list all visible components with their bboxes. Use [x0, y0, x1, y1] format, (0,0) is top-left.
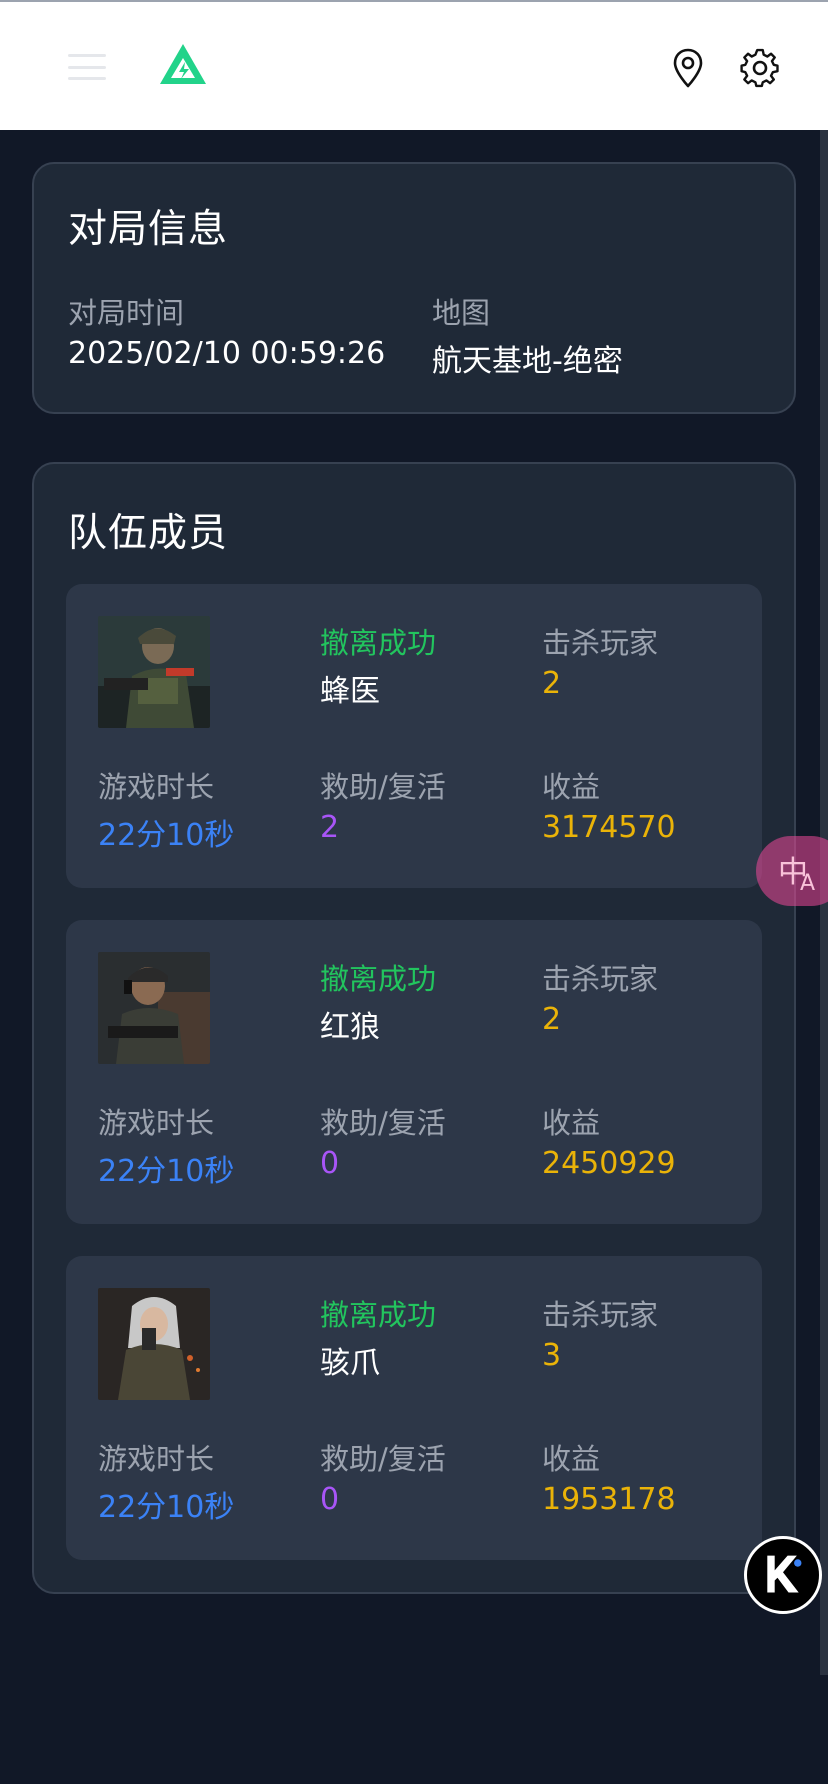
kills-value: 2 — [542, 1002, 562, 1037]
top-app-bar — [0, 0, 828, 130]
duration-value: 22分10秒 — [98, 1154, 235, 1189]
operator-name: 蜂医 — [320, 674, 380, 709]
income-label: 收益 — [542, 1106, 601, 1140]
extraction-status: 撤离成功 — [320, 962, 437, 996]
operator-avatar — [98, 616, 210, 728]
hamburger-menu-icon[interactable] — [68, 54, 106, 80]
match-time-value: 2025/02/10 00:59:26 — [68, 336, 386, 371]
kills-label: 击杀玩家 — [542, 1298, 659, 1332]
gear-icon[interactable] — [740, 46, 780, 90]
match-info-title: 对局信息 — [68, 207, 229, 252]
income-label: 收益 — [542, 770, 601, 804]
map-value: 航天基地-绝密 — [432, 344, 623, 379]
income-value: 3174570 — [542, 810, 676, 845]
rescue-label: 救助/复活 — [320, 770, 446, 804]
member-card[interactable]: 撤离成功 骇爪 击杀玩家 3 游戏时长 22分10秒 救助/复活 0 收益 19… — [66, 1256, 762, 1560]
duration-label: 游戏时长 — [98, 1106, 215, 1140]
match-info-card: 对局信息 对局时间 2025/02/10 00:59:26 地图 航天基地-绝密 — [32, 162, 796, 414]
translate-icon: 中 A — [778, 855, 815, 896]
team-members-card: 队伍成员 撤离成功 蜂医 击杀玩家 2 游戏时长 22分10秒 救助/复活 2 … — [32, 462, 796, 1594]
income-value: 1953178 — [542, 1482, 676, 1517]
income-value: 2450929 — [542, 1146, 676, 1181]
rescue-value: 2 — [320, 810, 340, 845]
operator-avatar — [98, 1288, 210, 1400]
duration-value: 22分10秒 — [98, 818, 235, 853]
member-card[interactable]: 撤离成功 红狼 击杀玩家 2 游戏时长 22分10秒 救助/复活 0 收益 24… — [66, 920, 762, 1224]
extraction-status: 撤离成功 — [320, 626, 437, 660]
kills-label: 击杀玩家 — [542, 626, 659, 660]
kills-label: 击杀玩家 — [542, 962, 659, 996]
kills-value: 2 — [542, 666, 562, 701]
operator-name: 骇爪 — [320, 1346, 380, 1381]
assistant-button[interactable] — [744, 1536, 822, 1614]
extraction-status: 撤离成功 — [320, 1298, 437, 1332]
rescue-value: 0 — [320, 1146, 340, 1181]
operator-avatar — [98, 952, 210, 1064]
app-logo[interactable] — [158, 42, 208, 86]
k-assistant-icon — [767, 1555, 802, 1593]
rescue-label: 救助/复活 — [320, 1442, 446, 1476]
kills-value: 3 — [542, 1338, 562, 1373]
duration-label: 游戏时长 — [98, 1442, 215, 1476]
duration-label: 游戏时长 — [98, 770, 215, 804]
member-card[interactable]: 撤离成功 蜂医 击杀玩家 2 游戏时长 22分10秒 救助/复活 2 收益 31… — [66, 584, 762, 888]
map-pin-icon[interactable] — [668, 46, 708, 90]
income-label: 收益 — [542, 1442, 601, 1476]
operator-name: 红狼 — [320, 1010, 380, 1045]
match-time-label: 对局时间 — [68, 296, 185, 330]
team-members-title: 队伍成员 — [68, 511, 229, 556]
duration-value: 22分10秒 — [98, 1490, 235, 1525]
rescue-value: 0 — [320, 1482, 340, 1517]
map-label: 地图 — [432, 296, 491, 330]
translate-button[interactable]: 中 A — [756, 836, 828, 906]
svg-text:A: A — [800, 871, 815, 896]
rescue-label: 救助/复活 — [320, 1106, 446, 1140]
